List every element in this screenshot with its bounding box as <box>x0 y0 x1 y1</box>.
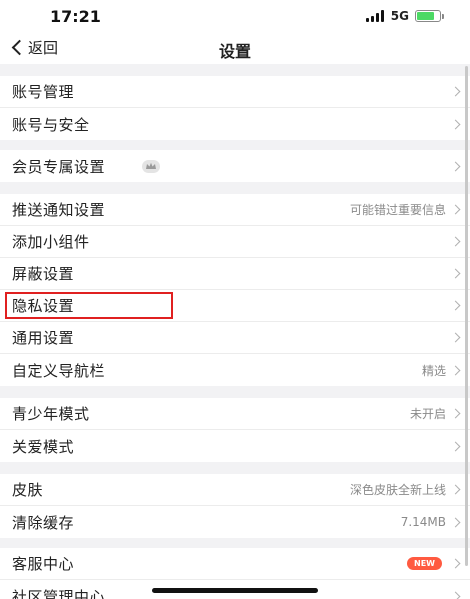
status-indicators: 5G <box>365 9 444 23</box>
row-label: 会员专属设置 <box>12 157 106 176</box>
battery-tip <box>442 13 444 19</box>
chevron-right-icon <box>450 441 461 451</box>
row-label: 社区管理中心 <box>12 587 106 599</box>
chevron-right-icon <box>450 204 461 215</box>
home-indicator[interactable] <box>152 588 318 593</box>
row-account-security[interactable]: 账号与安全 <box>0 108 470 140</box>
battery-level <box>417 12 434 20</box>
row-general-settings[interactable]: 通用设置 <box>0 322 470 354</box>
row-label: 清除缓存 <box>12 513 75 532</box>
status-bar: 17:21 5G <box>0 0 470 32</box>
row-label: 关爱模式 <box>12 437 75 456</box>
row-push-notification[interactable]: 推送通知设置 可能错过重要信息 <box>0 194 470 226</box>
row-label: 账号与安全 <box>12 115 90 134</box>
row-clear-cache[interactable]: 清除缓存 7.14MB <box>0 506 470 538</box>
row-label: 客服中心 <box>12 555 75 573</box>
row-custom-navbar[interactable]: 自定义导航栏 精选 <box>0 354 470 386</box>
row-label: 屏蔽设置 <box>12 265 75 283</box>
page-title: 设置 <box>218 42 251 61</box>
nav-bar: 返回 设置 <box>0 32 470 64</box>
row-member-settings[interactable]: 会员专属设置 <box>0 150 470 182</box>
row-value: 可能错过重要信息 <box>349 203 446 217</box>
row-value: 7.14MB <box>400 515 446 529</box>
row-skin[interactable]: 皮肤 深色皮肤全新上线 <box>0 474 470 506</box>
scrollbar[interactable] <box>465 66 468 566</box>
row-label: 隐私设置 <box>12 297 75 315</box>
chevron-right-icon <box>450 119 461 129</box>
row-customer-service[interactable]: 客服中心 NEW <box>0 548 470 580</box>
chevron-right-icon <box>450 591 461 599</box>
row-value: 未开启 <box>409 407 446 421</box>
row-account-management[interactable]: 账号管理 <box>0 76 470 108</box>
settings-section-account: 账号管理 账号与安全 <box>0 76 470 140</box>
row-add-widget[interactable]: 添加小组件 <box>0 226 470 258</box>
chevron-right-icon <box>450 236 461 247</box>
chevron-right-icon <box>450 332 461 343</box>
settings-section-general: 推送通知设置 可能错过重要信息 添加小组件 屏蔽设置 隐私设置 通用设置 自定义… <box>0 194 470 386</box>
row-label: 账号管理 <box>12 83 75 101</box>
row-label: 推送通知设置 <box>12 201 106 219</box>
status-time: 17:21 <box>50 7 101 26</box>
network-label: 5G <box>390 9 409 23</box>
chevron-right-icon <box>450 86 461 97</box>
row-care-mode[interactable]: 关爱模式 <box>0 430 470 462</box>
row-label: 青少年模式 <box>12 405 90 423</box>
chevron-right-icon <box>450 484 461 495</box>
battery-icon <box>415 10 441 22</box>
row-label: 添加小组件 <box>12 233 90 251</box>
new-badge: NEW <box>407 557 442 570</box>
chevron-right-icon <box>450 558 461 569</box>
settings-section-modes: 青少年模式 未开启 关爱模式 <box>0 398 470 462</box>
row-label: 自定义导航栏 <box>12 361 106 380</box>
settings-section-member: 会员专属设置 <box>0 150 470 182</box>
chevron-right-icon <box>450 408 461 419</box>
chevron-right-icon <box>450 268 461 279</box>
row-label: 皮肤 <box>12 481 44 499</box>
row-teen-mode[interactable]: 青少年模式 未开启 <box>0 398 470 430</box>
row-label: 通用设置 <box>12 329 75 347</box>
chevron-right-icon <box>450 365 461 375</box>
row-value: 精选 <box>421 363 446 378</box>
vip-crown-icon <box>142 159 160 173</box>
chevron-right-icon <box>450 161 461 171</box>
row-privacy-settings[interactable]: 隐私设置 <box>0 290 470 322</box>
settings-section-storage: 皮肤 深色皮肤全新上线 清除缓存 7.14MB <box>0 474 470 538</box>
row-value: 深色皮肤全新上线 <box>349 483 446 497</box>
signal-icon <box>365 10 386 22</box>
chevron-right-icon <box>450 300 461 311</box>
row-block-settings[interactable]: 屏蔽设置 <box>0 258 470 290</box>
chevron-right-icon <box>450 517 461 527</box>
